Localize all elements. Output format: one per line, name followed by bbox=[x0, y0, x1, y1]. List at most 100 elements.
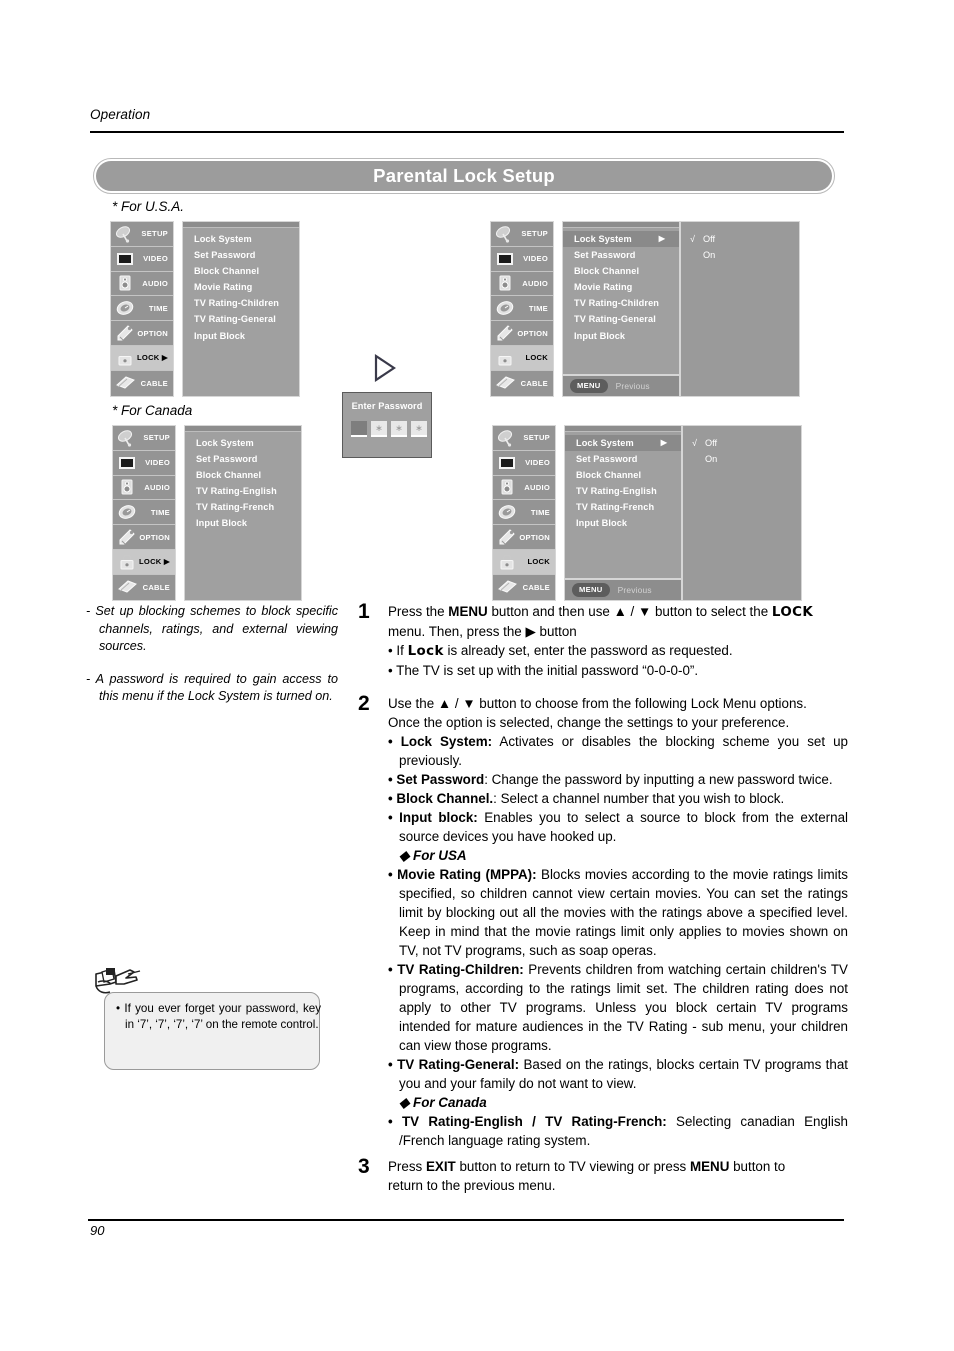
osd-choice-on[interactable]: On bbox=[681, 247, 799, 263]
osd-menu-item[interactable]: TV Rating-General bbox=[563, 311, 679, 327]
osd-sidebar-item-setup[interactable]: SETUP bbox=[491, 222, 553, 247]
osd-menu-item[interactable]: TV Rating-French bbox=[565, 499, 681, 515]
clock-icon bbox=[114, 299, 136, 317]
osd-menu-item[interactable]: Set Password bbox=[563, 247, 679, 263]
osd-menu-item[interactable]: Input Block bbox=[563, 328, 679, 344]
speaker-icon bbox=[114, 274, 136, 292]
osd-choice-label: On bbox=[705, 454, 718, 465]
satellite-dish-icon bbox=[116, 429, 138, 447]
osd-menu-item[interactable]: TV Rating-Children bbox=[563, 295, 679, 311]
osd-sidebar-label: LOCK ▶ bbox=[137, 353, 168, 363]
osd-sidebar-label: VIDEO bbox=[145, 458, 170, 468]
osd-menu-item[interactable]: TV Rating-Children bbox=[183, 295, 299, 311]
osd-menu-item-label: Set Password bbox=[574, 250, 636, 261]
osd-menu-item[interactable]: Set Password bbox=[185, 451, 301, 467]
osd-sidebar-item-audio[interactable]: AUDIO bbox=[491, 272, 553, 297]
osd-menu-item[interactable]: Movie Rating bbox=[183, 279, 299, 295]
password-cell-1[interactable] bbox=[351, 421, 367, 437]
osd-menu-item-label: TV Rating-General bbox=[574, 314, 656, 325]
clock-icon bbox=[496, 503, 518, 521]
osd-choice-on[interactable]: On bbox=[683, 451, 801, 467]
step-line: menu. Then, press the ▶ button bbox=[388, 624, 577, 639]
osd-option-wrap: Lock System Set Password Block Channel TV R… bbox=[185, 426, 301, 532]
osd-choice-off[interactable]: √ Off bbox=[683, 435, 801, 451]
osd-sidebar-item-cable[interactable]: CABLE bbox=[113, 575, 175, 600]
osd-sidebar-item-audio[interactable]: AUDIO bbox=[493, 476, 555, 501]
header-rule bbox=[90, 131, 844, 133]
osd-menu-item[interactable]: Input Block bbox=[185, 515, 301, 531]
osd-menu-item[interactable]: Block Channel bbox=[563, 263, 679, 279]
osd-screenshot-canada-locksystem: SETUP VIDEO AUDIO TIME OPTION LOCK CABLE Lock … bbox=[492, 425, 802, 601]
osd-menu-item[interactable]: Block Channel bbox=[183, 263, 299, 279]
menu-button-pill[interactable]: MENU bbox=[572, 583, 610, 597]
osd-sidebar-item-time[interactable]: TIME bbox=[113, 500, 175, 526]
osd-sidebar-item-video[interactable]: VIDEO bbox=[493, 451, 555, 476]
osd-sidebar-item-video[interactable]: VIDEO bbox=[111, 247, 173, 272]
osd-sidebar-item-audio[interactable]: AUDIO bbox=[111, 272, 173, 297]
osd-top-rail bbox=[185, 426, 301, 432]
osd-menu-item[interactable]: Set Password bbox=[183, 247, 299, 263]
osd-sidebar-item-time[interactable]: TIME bbox=[493, 500, 555, 526]
osd-menu-item[interactable]: TV Rating-General bbox=[183, 311, 299, 327]
password-cell-4[interactable]: ∗ bbox=[411, 421, 427, 437]
osd-sidebar-item-option[interactable]: OPTION bbox=[111, 321, 173, 346]
password-cell-2[interactable]: ∗ bbox=[371, 421, 387, 437]
osd-sidebar-item-time[interactable]: TIME bbox=[491, 296, 553, 322]
osd-menu-item[interactable]: TV Rating-English bbox=[185, 483, 301, 499]
osd-footer-bar: MENU Previous bbox=[564, 579, 682, 601]
osd-sidebar-item-video[interactable]: VIDEO bbox=[491, 247, 553, 272]
step-number: 2 bbox=[358, 692, 370, 715]
osd-menu-item[interactable]: Lock System ▶ bbox=[563, 231, 679, 248]
check-icon: √ bbox=[692, 438, 697, 448]
osd-sidebar-label: LOCK bbox=[527, 557, 550, 567]
osd-menu-item[interactable]: Input Block bbox=[183, 328, 299, 344]
osd-sidebar-item-lock[interactable]: LOCK bbox=[493, 549, 555, 575]
osd-menu-item[interactable]: Input Block bbox=[565, 515, 681, 531]
osd-choice-off[interactable]: √ Off bbox=[681, 231, 799, 247]
key-icon bbox=[116, 528, 138, 546]
osd-menu-item[interactable]: Block Channel bbox=[185, 467, 301, 483]
password-cell-3[interactable]: ∗ bbox=[391, 421, 407, 437]
caption-for-canada: * For Canada bbox=[112, 403, 193, 418]
step-line: Once the option is selected, change the … bbox=[388, 715, 790, 730]
osd-sidebar-item-option[interactable]: OPTION bbox=[491, 321, 553, 346]
osd-sidebar-item-lock[interactable]: LOCK bbox=[491, 345, 553, 371]
step-bullet: • Movie Rating (MPPA): Blocks movies acc… bbox=[388, 865, 848, 960]
osd-choice-label: On bbox=[703, 250, 716, 261]
osd-menu-item[interactable]: Lock System ▶ bbox=[565, 435, 681, 452]
previous-label: Previous bbox=[615, 381, 650, 391]
osd-sidebar-label: VIDEO bbox=[523, 254, 548, 264]
osd-menu-item-label: Block Channel bbox=[576, 470, 642, 481]
osd-menu-item[interactable]: Movie Rating bbox=[563, 279, 679, 295]
step-line: • The TV is set up with the initial pass… bbox=[388, 663, 699, 678]
osd-sidebar-item-cable[interactable]: CABLE bbox=[111, 371, 173, 396]
osd-menu-item[interactable]: Set Password bbox=[565, 451, 681, 467]
osd-menu-item-label: Input Block bbox=[196, 518, 248, 529]
osd-menu-item[interactable]: Lock System bbox=[185, 435, 301, 451]
menu-button-pill[interactable]: MENU bbox=[570, 379, 608, 393]
step-number: 1 bbox=[358, 600, 370, 623]
osd-menu-item-label: TV Rating-French bbox=[576, 502, 655, 513]
osd-sidebar-item-cable[interactable]: CABLE bbox=[493, 575, 555, 600]
osd-sidebar-item-video[interactable]: VIDEO bbox=[113, 451, 175, 476]
osd-sidebar-item-time[interactable]: TIME bbox=[111, 296, 173, 322]
osd-sidebar-item-lock[interactable]: LOCK ▶ bbox=[113, 549, 175, 575]
osd-menu-item-label: Set Password bbox=[576, 454, 638, 465]
osd-sidebar-item-audio[interactable]: AUDIO bbox=[113, 476, 175, 501]
osd-sidebar-item-option[interactable]: OPTION bbox=[113, 525, 175, 550]
osd-menu-item[interactable]: Block Channel bbox=[565, 467, 681, 483]
osd-sidebar-item-option[interactable]: OPTION bbox=[493, 525, 555, 550]
osd-menu-list: Lock System ▶ Set Password Block Channel Mov… bbox=[562, 221, 680, 375]
osd-sidebar-item-setup[interactable]: SETUP bbox=[493, 426, 555, 451]
step-3: 3 Press EXIT button to return to TV viewi… bbox=[358, 1155, 848, 1195]
osd-sidebar-item-lock[interactable]: LOCK ▶ bbox=[111, 345, 173, 371]
step-bullet: • TV Rating-General: Based on the rating… bbox=[388, 1055, 848, 1093]
password-cells[interactable]: ∗ ∗ ∗ bbox=[351, 421, 427, 437]
step-bullet-label: • Block Channel. bbox=[388, 791, 494, 806]
osd-menu-item[interactable]: Lock System bbox=[183, 231, 299, 247]
osd-sidebar-item-cable[interactable]: CABLE bbox=[491, 371, 553, 396]
osd-sidebar-item-setup[interactable]: SETUP bbox=[113, 426, 175, 451]
osd-menu-item[interactable]: TV Rating-English bbox=[565, 483, 681, 499]
osd-sidebar-item-setup[interactable]: SETUP bbox=[111, 222, 173, 247]
osd-menu-item[interactable]: TV Rating-French bbox=[185, 499, 301, 515]
